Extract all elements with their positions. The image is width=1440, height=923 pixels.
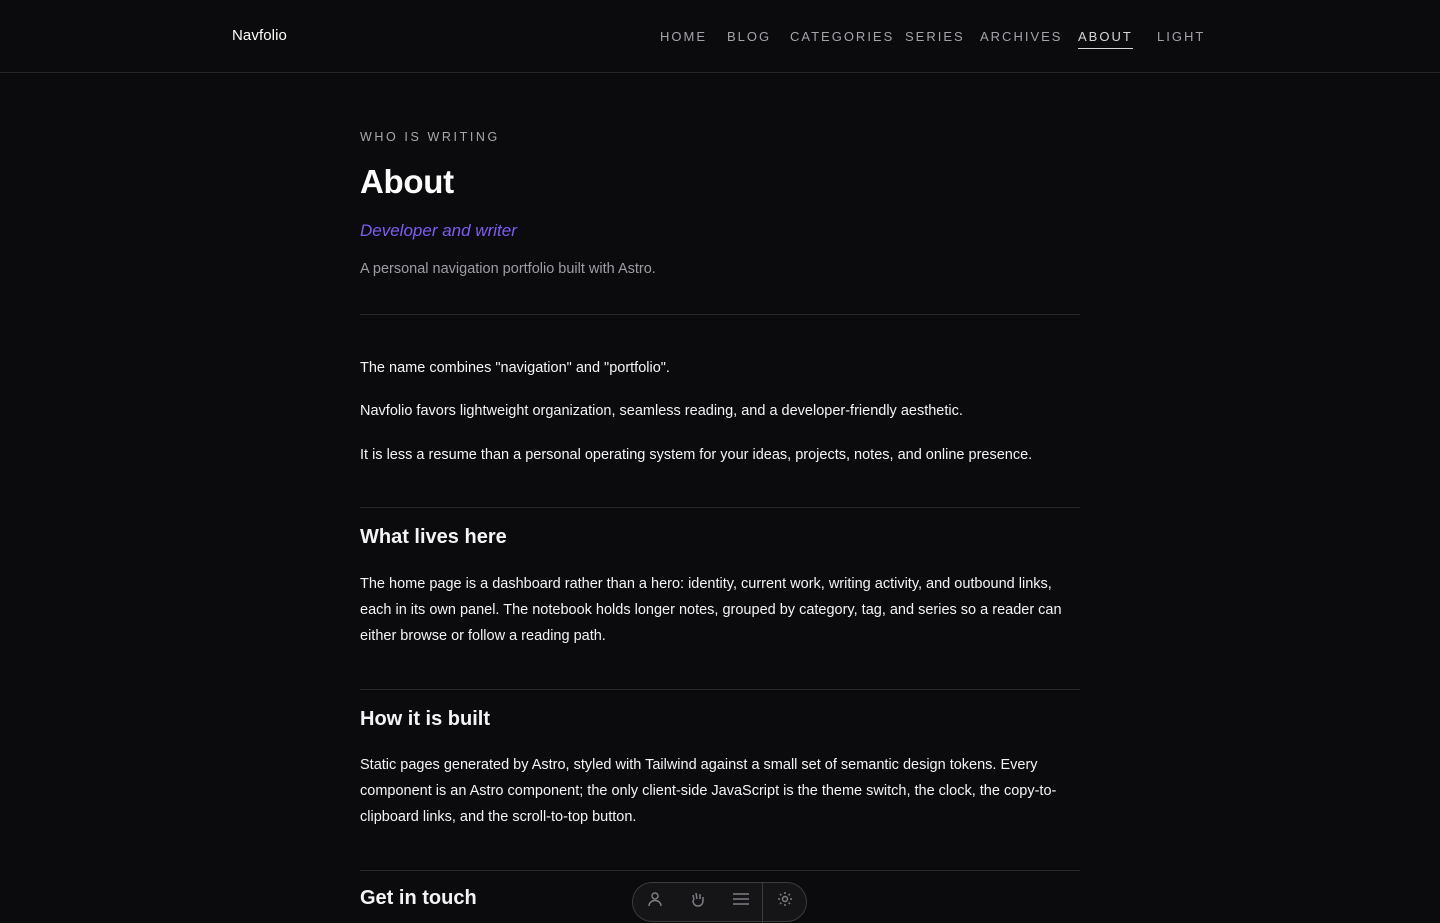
settings-icon[interactable] <box>763 891 806 913</box>
theme-toggle-button[interactable]: LIGHT <box>1157 29 1205 48</box>
page-tagline: Developer and writer <box>360 221 517 240</box>
page-summary: A personal navigation portfolio built wi… <box>360 261 656 277</box>
section-body-how-it-is-built: Static pages generated by Astro, styled … <box>360 757 1057 825</box>
divider <box>360 870 1080 871</box>
floating-toolbar <box>632 882 807 923</box>
hand-wave-icon[interactable] <box>676 891 719 913</box>
about-page: WHO IS WRITING About Developer and write… <box>360 0 1080 909</box>
divider <box>360 507 1080 508</box>
intro-paragraph: It is less a resume than a personal oper… <box>360 447 1033 463</box>
page-title: About <box>360 163 454 200</box>
nav-link-about[interactable]: ABOUT <box>1078 29 1133 49</box>
section-heading-get-in-touch: Get in touch <box>360 887 477 909</box>
intro-paragraph: The name combines "navigation" and "port… <box>360 360 670 376</box>
page-eyebrow: WHO IS WRITING <box>360 130 500 144</box>
divider <box>360 689 1080 690</box>
intro-paragraph: Navfolio favors lightweight organization… <box>360 403 963 419</box>
divider <box>360 314 1080 315</box>
person-icon[interactable] <box>633 891 676 913</box>
section-body-what-lives-here: The home page is a dashboard rather than… <box>360 576 1062 644</box>
section-heading-what-lives-here: What lives here <box>360 526 507 548</box>
menu-icon[interactable] <box>719 891 762 913</box>
section-heading-how-it-is-built: How it is built <box>360 708 490 730</box>
